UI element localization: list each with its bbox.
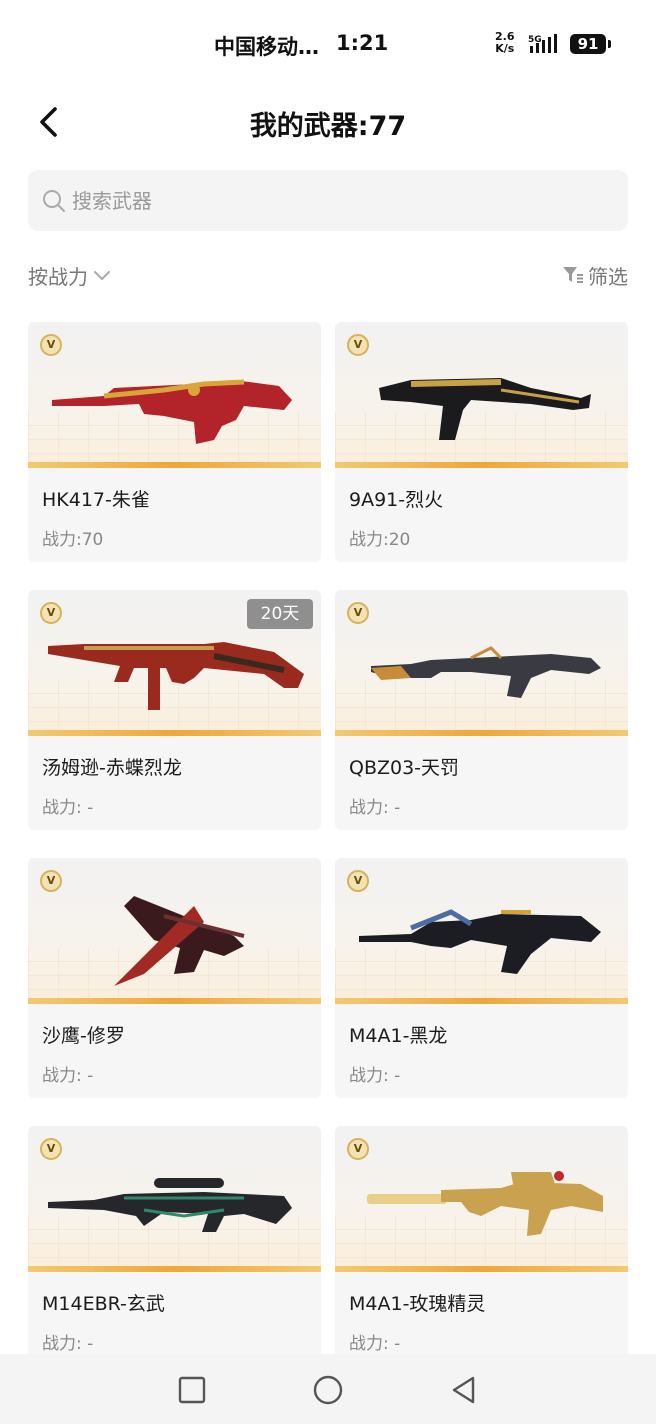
weapon-image <box>28 1126 321 1272</box>
weapon-card[interactable]: V HK417-朱雀 战力:70 <box>28 322 321 562</box>
weapon-name: QBZ03-天罚 <box>349 757 460 779</box>
weapon-power: 战力: - <box>349 1334 401 1354</box>
battery-level: 91 <box>577 35 599 53</box>
accent-stripe <box>335 1266 628 1272</box>
weapon-card[interactable]: V M14EBR-玄武 战力: - <box>28 1126 321 1366</box>
vip-badge: V <box>40 870 62 892</box>
weapon-power: 战力:20 <box>349 530 411 550</box>
weapon-image <box>28 858 321 1004</box>
vip-badge: V <box>347 870 369 892</box>
battery-tip <box>608 40 611 48</box>
header: 我的武器:77 <box>0 88 656 154</box>
accent-stripe <box>28 462 321 468</box>
home-icon[interactable] <box>312 1374 344 1406</box>
rifle-icon <box>371 646 601 698</box>
weapon-power: 战力: - <box>42 1066 94 1086</box>
weapon-card[interactable]: V QBZ03-天罚 战力: - <box>335 590 628 830</box>
rifle-icon <box>359 909 601 974</box>
weapon-name: 沙鹰-修罗 <box>42 1025 125 1047</box>
weapon-name: M4A1-玫瑰精灵 <box>349 1293 486 1315</box>
weapon-card[interactable]: V 沙鹰-修罗 战力: - <box>28 858 321 1098</box>
weapon-name: 汤姆逊-赤蝶烈龙 <box>42 757 182 779</box>
filter-button[interactable]: 筛选 <box>562 260 628 290</box>
accent-stripe <box>28 730 321 736</box>
rifle-icon <box>52 379 292 444</box>
sniper-rifle-icon <box>48 1178 292 1232</box>
pistol-icon <box>114 896 245 986</box>
weapon-image <box>28 322 321 468</box>
weapon-image <box>335 322 628 468</box>
back-nav-icon[interactable] <box>448 1374 480 1406</box>
accent-stripe <box>335 462 628 468</box>
weapon-power: 战力: - <box>349 1066 401 1086</box>
search-box[interactable] <box>28 170 628 231</box>
accent-stripe <box>28 998 321 1004</box>
system-nav-bar <box>0 1354 656 1424</box>
vip-badge: V <box>347 1138 369 1160</box>
weapon-card[interactable]: V M4A1-玫瑰精灵 战力: - <box>335 1126 628 1366</box>
network-speed: 2.6 K/s <box>495 31 515 55</box>
network-speed-unit: K/s <box>495 42 515 55</box>
status-bar: 中国移动… 1:21 2.6 K/s 5G 91 <box>0 0 656 88</box>
accent-stripe <box>335 998 628 1004</box>
page-title: 我的武器:77 <box>249 111 407 142</box>
rifle-icon <box>367 1171 603 1236</box>
weapon-power: 战力:70 <box>42 530 104 550</box>
carrier-name: 中国移动… <box>214 35 319 59</box>
vip-badge: V <box>347 602 369 624</box>
weapon-name: M4A1-黑龙 <box>349 1025 448 1047</box>
vip-badge: V <box>40 602 62 624</box>
signal-icon: 5G <box>528 34 557 53</box>
accent-stripe <box>335 730 628 736</box>
weapon-name: 9A91-烈火 <box>349 489 444 511</box>
vip-badge: V <box>40 334 62 356</box>
weapon-card[interactable]: V 20天 汤姆逊-赤蝶烈龙 战力: - <box>28 590 321 830</box>
filter-label: 筛选 <box>588 264 628 289</box>
vip-badge: V <box>40 1138 62 1160</box>
search-input[interactable] <box>72 180 612 221</box>
weapon-image <box>335 1126 628 1272</box>
chevron-down-icon <box>94 271 110 280</box>
network-type: 5G <box>528 35 542 45</box>
accent-stripe <box>28 1266 321 1272</box>
recents-icon[interactable] <box>176 1374 208 1406</box>
vip-badge: V <box>347 334 369 356</box>
search-icon <box>43 190 65 212</box>
weapon-name: HK417-朱雀 <box>42 489 150 511</box>
weapon-image <box>335 590 628 736</box>
weapon-image <box>335 858 628 1004</box>
back-icon[interactable] <box>30 102 70 142</box>
weapon-power: 战力: - <box>349 798 401 818</box>
battery-icon: 91 <box>570 34 606 54</box>
weapon-power: 战力: - <box>42 1334 94 1354</box>
duration-badge: 20天 <box>247 599 313 629</box>
weapon-name: M14EBR-玄武 <box>42 1293 165 1315</box>
smg-icon <box>379 378 591 440</box>
clock: 1:21 <box>336 31 389 55</box>
sort-label: 按战力 <box>28 264 88 289</box>
weapon-power: 战力: - <box>42 798 94 818</box>
weapon-card[interactable]: V 9A91-烈火 战力:20 <box>335 322 628 562</box>
weapon-card[interactable]: V M4A1-黑龙 战力: - <box>335 858 628 1098</box>
sort-button[interactable]: 按战力 <box>28 260 112 290</box>
filter-icon <box>563 267 583 283</box>
